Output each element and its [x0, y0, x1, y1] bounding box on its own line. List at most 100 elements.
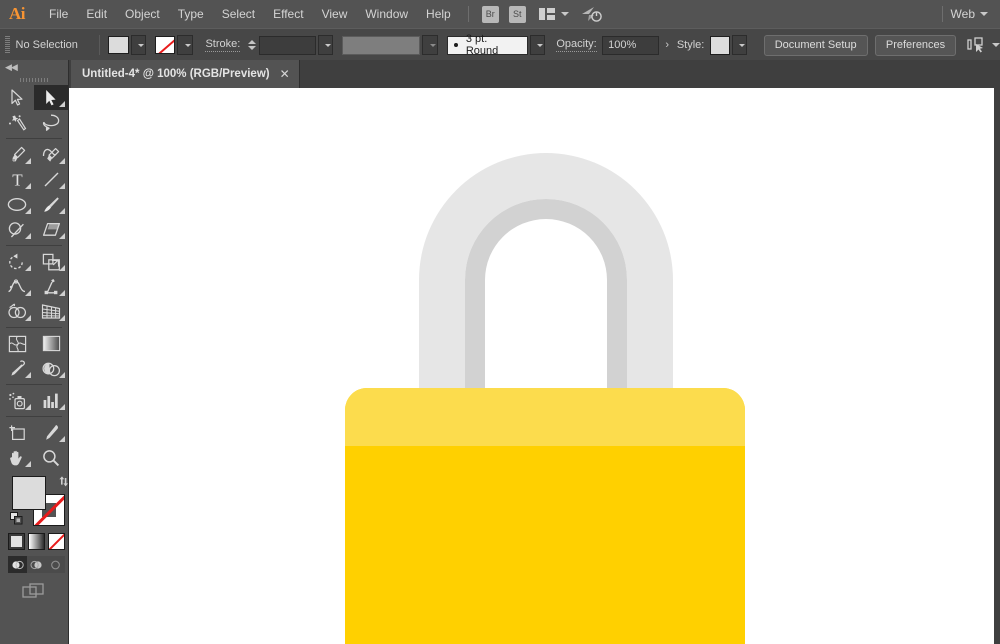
opacity-options-button[interactable]: › [659, 39, 675, 51]
opacity-input[interactable]: 100% [602, 35, 660, 55]
draw-behind-button[interactable] [27, 556, 46, 573]
double-chevron-left-icon[interactable]: ◀◀ [5, 62, 18, 73]
tool-flyout-indicator [59, 315, 65, 321]
gradient-mode-button[interactable] [28, 533, 45, 550]
tool-curvature[interactable] [34, 142, 68, 167]
fill-stroke-widget [10, 476, 68, 528]
brush-dropdown-button[interactable] [529, 35, 546, 55]
menu-file[interactable]: File [40, 0, 77, 28]
style-dropdown-button[interactable] [731, 35, 748, 55]
cc-sync-icon[interactable] [581, 5, 603, 23]
stepper-down-icon [247, 46, 256, 50]
bridge-button[interactable]: Br [481, 5, 499, 23]
menubar-right: Web [934, 6, 1000, 22]
opacity-label[interactable]: Opacity: [556, 38, 597, 52]
tool-perspective-grid[interactable] [34, 299, 68, 324]
menubar-divider [467, 6, 469, 22]
tool-mesh[interactable] [0, 331, 34, 356]
tool-gradient[interactable] [34, 331, 68, 356]
stock-button[interactable]: St [508, 5, 526, 23]
tool-width[interactable] [0, 274, 34, 299]
draw-inside-button[interactable] [46, 556, 65, 573]
control-bar-grip[interactable] [5, 36, 10, 54]
padlock-illustration[interactable] [345, 140, 751, 644]
menu-object[interactable]: Object [116, 0, 169, 28]
tool-shape-builder[interactable] [0, 299, 34, 324]
arrange-documents-icon[interactable] [538, 6, 556, 23]
arrange-chevron-down-icon[interactable] [560, 12, 569, 16]
right-rail[interactable] [994, 88, 1000, 644]
tool-flyout-indicator [25, 233, 31, 239]
draw-mode-buttons [8, 556, 66, 573]
stroke-weight-stepper[interactable] [247, 36, 257, 55]
tool-eyedropper[interactable] [0, 356, 34, 381]
tool-rotate[interactable] [0, 249, 34, 274]
workspace-chevron-down-icon[interactable] [980, 12, 988, 16]
variable-width-profile-field [342, 35, 421, 55]
stroke-weight-dropdown-button[interactable] [317, 35, 334, 55]
stroke-color-swatch[interactable] [155, 36, 176, 54]
tool-magic-wand[interactable] [0, 110, 34, 135]
stepper-up-icon [247, 40, 256, 44]
chevron-down-icon [739, 43, 746, 47]
tools-panel-header[interactable]: ◀◀ [0, 60, 68, 74]
align-to-selection-icon[interactable] [967, 37, 987, 53]
tool-hand[interactable] [0, 445, 34, 470]
menu-effect[interactable]: Effect [264, 0, 312, 28]
tool-blend[interactable] [34, 356, 68, 381]
fill-color-indicator[interactable] [12, 476, 46, 510]
workspace-switcher-label[interactable]: Web [951, 7, 975, 21]
brush-definition-field[interactable]: 3 pt. Round [446, 33, 528, 57]
menu-edit[interactable]: Edit [77, 0, 116, 28]
tool-selection[interactable] [0, 85, 34, 110]
tool-symbol-sprayer[interactable] [0, 388, 34, 413]
tool-type[interactable]: T [0, 167, 34, 192]
artboard-canvas[interactable] [69, 88, 994, 644]
color-mode-button[interactable] [8, 533, 25, 550]
document-tab[interactable]: Untitled-4* @ 100% (RGB/Preview) ✕ [71, 60, 300, 88]
tool-grid: T [0, 85, 68, 470]
stroke-weight-input[interactable] [258, 35, 316, 55]
none-mode-button[interactable] [48, 533, 65, 550]
menu-view[interactable]: View [313, 0, 357, 28]
graphic-style-swatch[interactable] [709, 35, 730, 55]
change-screen-mode-button[interactable] [21, 581, 47, 601]
menu-select[interactable]: Select [213, 0, 264, 28]
tool-lasso[interactable] [34, 110, 68, 135]
tool-flyout-indicator [25, 183, 31, 189]
tools-panel-grip[interactable] [20, 78, 48, 82]
fill-dropdown-button[interactable] [130, 35, 147, 55]
tool-eraser[interactable] [34, 217, 68, 242]
tool-direct-selection[interactable] [34, 85, 68, 110]
stroke-dropdown-button[interactable] [177, 35, 193, 55]
default-fill-stroke-icon[interactable] [10, 512, 23, 525]
tool-ellipse[interactable] [0, 192, 34, 217]
tool-pen[interactable] [0, 142, 34, 167]
tool-scale[interactable] [34, 249, 68, 274]
menu-bar: Ai File Edit Object Type Select Effect V… [0, 0, 1000, 28]
workspace-divider [941, 6, 943, 22]
tool-slice[interactable] [34, 420, 68, 445]
chevron-down-icon [184, 43, 191, 47]
tool-line-segment[interactable] [34, 167, 68, 192]
menu-type[interactable]: Type [169, 0, 213, 28]
tool-flyout-indicator [25, 315, 31, 321]
selection-status-label: No Selection [15, 39, 78, 51]
document-setup-button[interactable]: Document Setup [763, 34, 868, 56]
tool-paintbrush[interactable] [34, 192, 68, 217]
tool-free-transform[interactable] [34, 274, 68, 299]
menu-window[interactable]: Window [356, 0, 417, 28]
align-chevron-down-icon[interactable] [992, 43, 1000, 47]
tool-artboard[interactable] [0, 420, 34, 445]
draw-normal-button[interactable] [8, 556, 27, 573]
tool-zoom[interactable] [34, 445, 68, 470]
fill-color-swatch[interactable] [108, 36, 129, 54]
preferences-button[interactable]: Preferences [874, 34, 957, 56]
tool-divider-4 [6, 384, 62, 385]
tool-column-graph[interactable] [34, 388, 68, 413]
tools-panel: ◀◀ T [0, 60, 69, 644]
menu-help[interactable]: Help [417, 0, 460, 28]
stroke-weight-label[interactable]: Stroke: [205, 38, 241, 52]
tool-shaper[interactable] [0, 217, 34, 242]
close-icon[interactable]: ✕ [280, 68, 290, 80]
